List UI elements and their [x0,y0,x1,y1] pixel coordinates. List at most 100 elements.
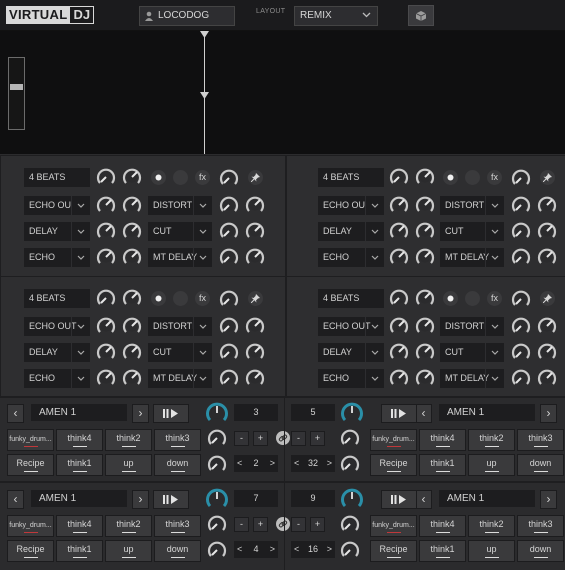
sampler-play-button[interactable] [153,404,189,423]
effect-param-knob[interactable] [388,287,410,309]
effect-slot-1[interactable]: ECHO OUT [24,317,90,336]
sampler-track-name[interactable]: AMEN 1 [31,404,127,421]
sample-pad[interactable]: think1 [419,454,466,476]
effect-slot-1[interactable]: ECHO OU [24,196,90,215]
effect-slot-3[interactable]: ECHO [318,369,384,388]
effect-param-knob[interactable] [244,341,266,363]
effect-param-knob[interactable] [414,166,436,188]
pin-icon[interactable] [540,170,555,185]
step-increase-button[interactable]: > [270,455,275,472]
effect-param-knob[interactable] [414,220,436,242]
effect-param-knob[interactable] [510,315,532,337]
plus-button[interactable]: + [253,431,268,446]
sampler-volume-knob[interactable] [340,487,364,511]
next-track-button[interactable]: › [540,404,557,423]
sampler-param-knob[interactable] [206,513,228,535]
effect-slot-2[interactable]: DELAY [318,222,384,241]
effect-param-knob[interactable] [388,166,410,188]
step-decrease-button[interactable]: < [294,455,299,472]
sample-pad[interactable]: think4 [419,515,466,537]
step-selector[interactable]: 16 < > [291,541,335,558]
effect-param-knob[interactable] [536,194,558,216]
effect-slot-5[interactable]: CUT [440,343,504,362]
effect-slot-4[interactable]: DISTORT [148,196,212,215]
effect-param-knob[interactable] [244,315,266,337]
effect-param-knob[interactable] [121,367,143,389]
sample-pad[interactable]: think3 [517,429,564,451]
effect-slot-1[interactable]: ECHO OU [318,196,384,215]
effect-slot-5[interactable]: CUT [440,222,504,241]
effect-param-knob[interactable] [510,246,532,268]
effect-slot-3[interactable]: ECHO [318,248,384,267]
sample-pad[interactable]: think1 [56,454,103,476]
sample-pad[interactable]: down [517,454,564,476]
effect-slot-2[interactable]: DELAY [318,343,384,362]
sampler-bank-number[interactable]: 5 [291,404,335,421]
sample-pad[interactable]: think2 [105,429,152,451]
effect-param-knob[interactable] [536,341,558,363]
pitch-slider-handle[interactable] [10,84,23,90]
previous-track-button[interactable]: ‹ [415,404,432,423]
minus-button[interactable]: - [291,431,306,446]
sampler-track-name[interactable]: AMEN 1 [439,404,535,421]
sampler-volume-knob[interactable] [340,401,364,425]
effect-param-knob[interactable] [244,367,266,389]
sample-pad[interactable]: up [105,454,152,476]
sample-pad[interactable]: funky_drum... [7,515,54,537]
effect-active-toggle[interactable] [151,170,166,185]
sample-pad[interactable]: think2 [105,515,152,537]
effect-param-knob[interactable] [95,194,117,216]
plus-button[interactable]: + [310,517,325,532]
effect-param-knob[interactable] [121,166,143,188]
sampler-bank-number[interactable]: 7 [234,490,278,507]
layout-cube-button[interactable] [408,5,434,26]
effect-param-knob[interactable] [414,287,436,309]
sampler-bank-number[interactable]: 9 [291,490,335,507]
sampler-track-name[interactable]: AMEN 1 [31,490,127,507]
effect-param-knob[interactable] [388,367,410,389]
sample-pad[interactable]: Recipe [370,540,417,562]
sampler-play-button[interactable] [381,490,417,509]
sample-pad[interactable]: think4 [56,515,103,537]
effect-param-knob[interactable] [218,315,240,337]
effect-param-knob[interactable] [536,220,558,242]
effect-active-toggle[interactable] [151,291,166,306]
previous-track-button[interactable]: ‹ [7,404,24,423]
sample-pad[interactable]: think3 [154,515,201,537]
minus-button[interactable]: - [234,517,249,532]
sampler-volume-knob[interactable] [205,401,229,425]
effect-param-knob[interactable] [244,246,266,268]
virtualdj-logo[interactable]: VIRTUAL DJ [6,6,95,24]
effect-param-knob[interactable] [121,287,143,309]
step-selector[interactable]: 2 < > [234,455,278,472]
effect-param-knob[interactable] [510,194,532,216]
sample-pad[interactable]: Recipe [370,454,417,476]
waveform-display[interactable] [0,31,565,154]
sample-pad[interactable]: up [468,540,515,562]
sample-pad[interactable]: think2 [468,429,515,451]
step-increase-button[interactable]: > [327,455,332,472]
step-increase-button[interactable]: > [327,541,332,558]
fx-dry-wet-knob[interactable] [218,167,240,189]
fx-dry-wet-knob[interactable] [510,167,532,189]
effect-slot-5[interactable]: CUT [148,343,212,362]
pitch-slider[interactable] [8,57,25,130]
fx-button[interactable]: fx [195,170,210,185]
effect-param-knob[interactable] [121,220,143,242]
sample-pad[interactable]: think3 [154,429,201,451]
effect-slot-3[interactable]: ECHO [24,369,90,388]
effect-param-knob[interactable] [388,220,410,242]
effect-param-knob[interactable] [218,341,240,363]
sample-pad[interactable]: think4 [56,429,103,451]
effect-param-knob[interactable] [388,341,410,363]
effect-param-knob[interactable] [121,194,143,216]
step-decrease-button[interactable]: < [237,455,242,472]
effect-param-knob[interactable] [218,220,240,242]
sampler-param-knob[interactable] [339,453,361,475]
effect-active-toggle[interactable] [443,291,458,306]
user-account-button[interactable]: LOCODOG [139,6,235,26]
effect-slot-4[interactable]: DISTORTI [148,317,212,336]
sampler-param-knob[interactable] [206,427,228,449]
effect-slot-6[interactable]: MT DELAY [148,369,212,388]
fx-dry-wet-knob[interactable] [218,288,240,310]
